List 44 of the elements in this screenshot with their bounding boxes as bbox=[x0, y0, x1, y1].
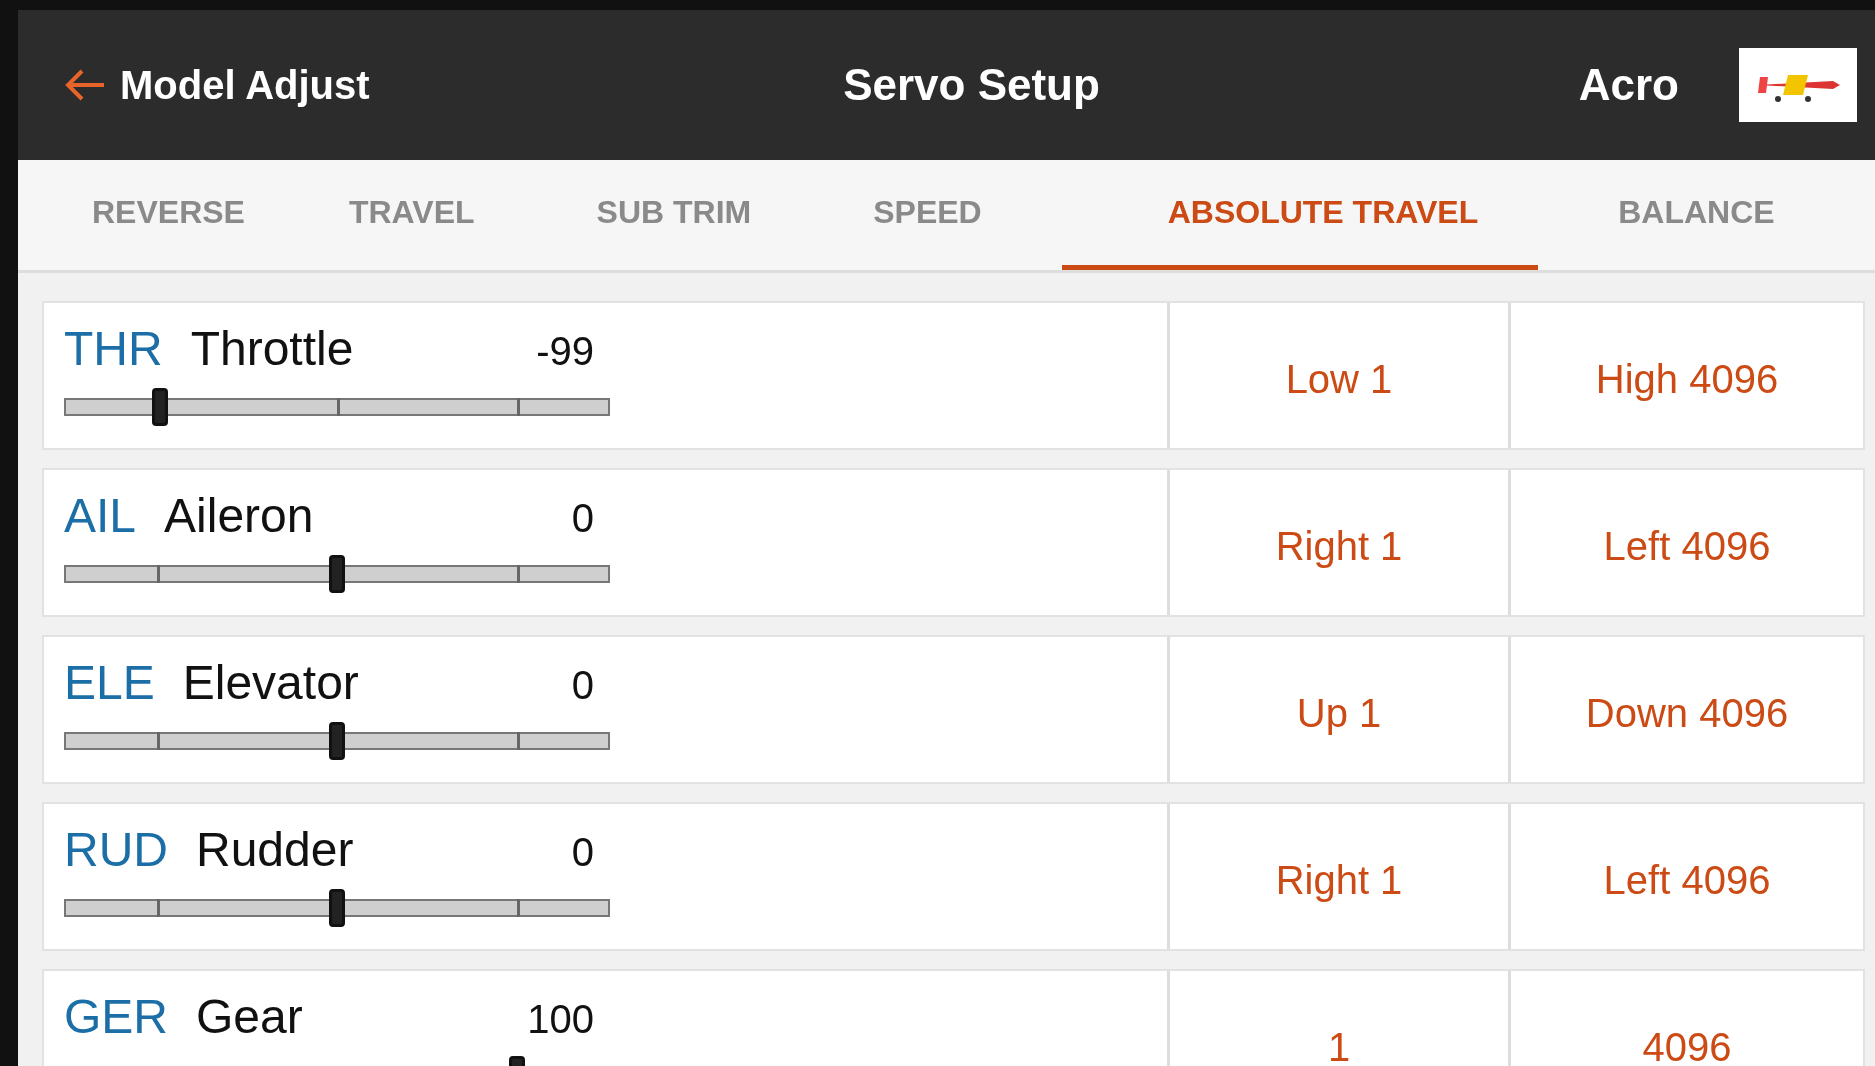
slider-thumb[interactable] bbox=[151, 388, 168, 426]
channel-code: RUD bbox=[64, 822, 168, 877]
channel-code: THR bbox=[64, 321, 163, 376]
model-name: Acro bbox=[1577, 60, 1679, 110]
back-arrow-icon bbox=[64, 68, 106, 102]
tab[interactable]: SPEED bbox=[831, 160, 1024, 270]
high-limit[interactable]: High 4096 bbox=[1511, 303, 1863, 448]
tab[interactable]: TRAVEL bbox=[306, 160, 517, 270]
low-limit[interactable]: Right 1 bbox=[1170, 470, 1511, 615]
position-slider[interactable] bbox=[64, 722, 610, 760]
channel-name: Gear bbox=[196, 989, 304, 1044]
slider-thumb[interactable] bbox=[329, 722, 345, 760]
high-limit[interactable]: Down 4096 bbox=[1511, 637, 1863, 782]
channel-name: Elevator bbox=[182, 655, 360, 710]
channel-value: 0 bbox=[571, 496, 594, 541]
back-button[interactable]: Model Adjust bbox=[64, 62, 664, 108]
low-limit[interactable]: 1 bbox=[1170, 971, 1511, 1066]
tab[interactable]: ABSOLUTE TRAVEL bbox=[1061, 160, 1539, 270]
position-slider[interactable] bbox=[64, 889, 610, 927]
low-limit[interactable]: Right 1 bbox=[1170, 804, 1511, 949]
low-limit[interactable]: Up 1 bbox=[1170, 637, 1511, 782]
high-limit[interactable]: 4096 bbox=[1511, 971, 1863, 1066]
slider-thumb[interactable] bbox=[329, 889, 345, 927]
channel-name: Aileron bbox=[164, 488, 315, 543]
low-limit[interactable]: Low 1 bbox=[1170, 303, 1511, 448]
channel-name: Rudder bbox=[196, 822, 355, 877]
slider-thumb[interactable] bbox=[329, 555, 345, 593]
channel-value: -99 bbox=[536, 329, 594, 374]
channel-code: AIL bbox=[64, 488, 137, 543]
channel-code: ELE bbox=[64, 655, 155, 710]
channel-value: 0 bbox=[571, 830, 594, 875]
tab[interactable]: REVERSE bbox=[50, 160, 287, 270]
channel-value: 0 bbox=[571, 663, 594, 708]
position-slider[interactable] bbox=[64, 388, 610, 426]
screen-title: Servo Setup bbox=[842, 60, 1101, 110]
channel-value: 100 bbox=[527, 997, 594, 1042]
high-limit[interactable]: Left 4096 bbox=[1511, 470, 1863, 615]
tab[interactable]: BALANCE bbox=[1576, 160, 1817, 270]
channel-code: GER bbox=[64, 989, 168, 1044]
channel-name: Throttle bbox=[190, 321, 355, 376]
high-limit[interactable]: Left 4096 bbox=[1511, 804, 1863, 949]
airplane-thumbnail[interactable] bbox=[1739, 48, 1857, 122]
position-slider[interactable] bbox=[64, 555, 610, 593]
tab[interactable]: SUB TRIM bbox=[554, 160, 794, 270]
